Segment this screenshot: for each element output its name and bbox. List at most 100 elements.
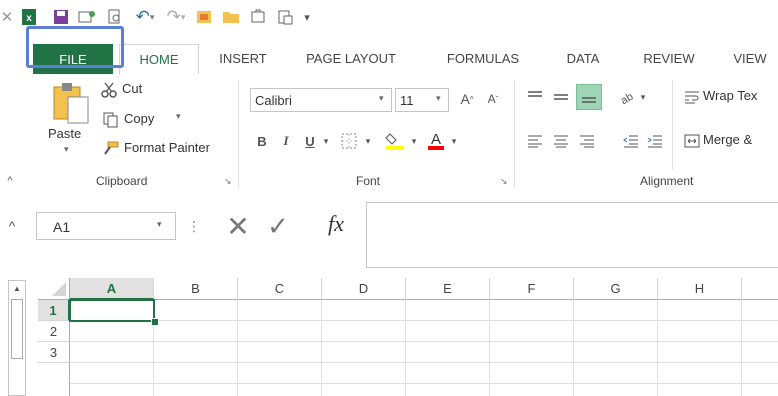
borders-icon[interactable]	[336, 130, 362, 152]
formula-input[interactable]	[366, 202, 778, 268]
clipboard-icon[interactable]	[274, 6, 296, 28]
enter-icon[interactable]: ✓	[262, 210, 294, 242]
ribbon: Paste ▾ Cut Copy ▾ Format Painter Clipbo…	[0, 74, 778, 193]
format-painter-icon[interactable]	[100, 138, 122, 158]
copy-dropdown-icon[interactable]: ▾	[176, 111, 181, 122]
column-header-d[interactable]: D	[322, 278, 406, 300]
ribbon-divider	[238, 80, 239, 188]
wrap-text-icon[interactable]	[682, 86, 702, 108]
align-bottom-icon[interactable]	[576, 84, 602, 110]
fill-handle[interactable]	[151, 318, 159, 326]
collapse-ribbon-icon[interactable]: ^	[4, 174, 16, 188]
cell-area[interactable]	[70, 300, 778, 396]
row-header-2[interactable]: 2	[38, 321, 70, 342]
borders-dropdown-icon[interactable]: ▾	[362, 130, 374, 152]
cut-icon[interactable]	[98, 80, 120, 100]
orientation-icon[interactable]: ab ▾	[616, 86, 648, 108]
name-box[interactable]: A1 ▾	[36, 212, 176, 240]
select-all-corner[interactable]	[38, 278, 70, 300]
increase-indent-icon[interactable]	[644, 130, 666, 152]
save-icon[interactable]	[50, 6, 72, 28]
wrap-text-button[interactable]: Wrap Tex	[703, 88, 757, 103]
paste-button-label[interactable]: Paste	[48, 126, 81, 141]
format-painter-button[interactable]: Format Painter	[124, 140, 210, 155]
undo-icon[interactable]: ↶ ▾	[132, 6, 158, 28]
bold-button[interactable]: B	[252, 130, 272, 152]
expand-icon[interactable]: ^	[4, 216, 20, 236]
copy-icon[interactable]	[100, 110, 122, 130]
formula-bar: ^ A1 ▾ ⋮ ✕ ✓ fx	[0, 192, 778, 273]
tab-view[interactable]: VIEW	[725, 44, 775, 74]
tab-insert[interactable]: INSERT	[210, 44, 276, 74]
open-icon[interactable]	[220, 6, 242, 28]
tab-review[interactable]: REVIEW	[636, 44, 702, 74]
clipboard-launcher-icon[interactable]: ↘	[224, 176, 232, 187]
tab-formulas[interactable]: FORMULAS	[438, 44, 528, 74]
align-right-icon[interactable]	[576, 130, 598, 152]
font-size-value: 11	[400, 93, 414, 108]
row-header-partial[interactable]	[38, 363, 70, 396]
underline-dropdown-icon[interactable]: ▾	[320, 130, 332, 152]
column-header-h[interactable]: H	[658, 278, 742, 300]
svg-text:x: x	[26, 13, 32, 24]
underline-button[interactable]: U	[300, 130, 320, 152]
name-box-value: A1	[53, 219, 71, 235]
more-options-icon[interactable]: ⋮	[187, 216, 201, 236]
merge-center-button[interactable]: Merge &	[703, 132, 752, 147]
tab-home[interactable]: HOME	[119, 44, 199, 75]
decrease-indent-icon[interactable]	[620, 130, 642, 152]
close-icon[interactable]: ✕	[0, 6, 14, 28]
decrease-font-size-icon[interactable]: Aˇ	[482, 88, 504, 110]
scroll-up-icon[interactable]: ▲	[9, 281, 25, 295]
font-name-select[interactable]: Calibri ▾	[250, 88, 392, 112]
vertical-scrollbar[interactable]: ▲	[8, 280, 26, 396]
scrollbar-thumb[interactable]	[11, 299, 23, 359]
insert-icon[interactable]	[193, 6, 215, 28]
column-header-g[interactable]: G	[574, 278, 658, 300]
redo-icon[interactable]: ↷ ▾	[163, 6, 189, 28]
column-header-f[interactable]: F	[490, 278, 574, 300]
align-center-icon[interactable]	[550, 130, 572, 152]
font-color-dropdown-icon[interactable]: ▾	[448, 130, 460, 152]
svg-text:ab: ab	[619, 91, 635, 105]
font-size-select[interactable]: 11 ▾	[395, 88, 449, 112]
column-header-partial[interactable]	[742, 278, 778, 300]
tab-page-layout[interactable]: PAGE LAYOUT	[296, 44, 406, 74]
touch-mode-icon[interactable]	[76, 6, 98, 28]
customize-icon[interactable]: ▾	[300, 6, 314, 28]
merge-center-icon[interactable]	[682, 130, 702, 152]
active-cell-a1[interactable]	[69, 299, 155, 322]
font-group-label: Font	[356, 174, 381, 188]
file-tab-highlight	[26, 26, 124, 68]
font-color-icon[interactable]: A	[424, 128, 448, 152]
column-header-c[interactable]: C	[238, 278, 322, 300]
align-middle-icon[interactable]	[550, 86, 572, 108]
ribbon-divider	[514, 80, 515, 188]
tab-data[interactable]: DATA	[558, 44, 608, 74]
italic-button[interactable]: I	[276, 130, 296, 152]
attach-icon[interactable]	[247, 6, 269, 28]
column-header-b[interactable]: B	[154, 278, 238, 300]
copy-button[interactable]: Copy	[124, 111, 154, 126]
increase-font-size-icon[interactable]: A ^	[456, 88, 478, 110]
insert-function-button[interactable]: fx	[320, 208, 352, 240]
align-top-icon[interactable]	[524, 86, 546, 108]
cut-button[interactable]: Cut	[122, 81, 142, 96]
print-preview-icon[interactable]	[104, 6, 126, 28]
row-header-3[interactable]: 3	[38, 342, 70, 363]
clipboard-group-label: Clipboard	[96, 174, 148, 188]
row-header-1[interactable]: 1	[38, 300, 70, 321]
column-header-a[interactable]: A	[70, 278, 154, 300]
paste-icon[interactable]	[44, 80, 96, 132]
alignment-group-label: Alignment	[640, 174, 694, 188]
align-left-icon[interactable]	[524, 130, 546, 152]
column-header-e[interactable]: E	[406, 278, 490, 300]
ribbon-divider	[672, 80, 673, 170]
spreadsheet-grid: ▲ A B C D E F G H 1 2 3	[0, 272, 778, 396]
fill-color-dropdown-icon[interactable]: ▾	[408, 130, 420, 152]
font-launcher-icon[interactable]: ↘	[500, 176, 508, 187]
svg-text:A: A	[431, 131, 441, 148]
cancel-icon[interactable]: ✕	[222, 210, 254, 242]
paste-dropdown-icon[interactable]: ▾	[64, 144, 69, 155]
fill-color-icon[interactable]	[382, 128, 408, 152]
